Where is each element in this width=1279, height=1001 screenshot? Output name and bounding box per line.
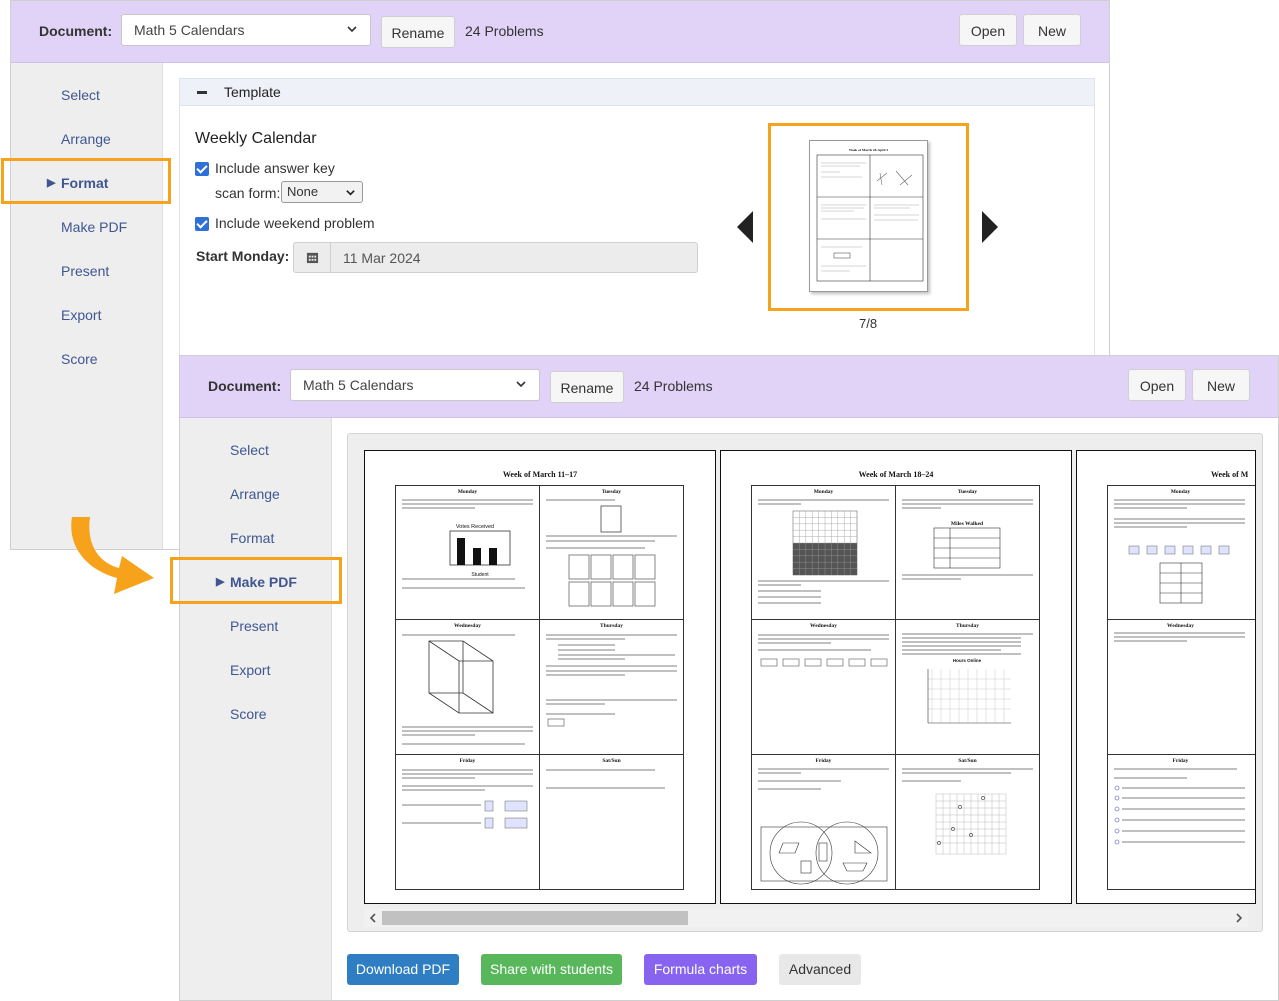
previous-template-icon[interactable]: [737, 211, 753, 243]
table-title: Miles Walked: [951, 521, 983, 527]
sidebar: Select Arrange Format ▶ Make PDF Present …: [180, 418, 332, 1000]
collapse-icon: [197, 91, 207, 94]
pdf-page: Week of M Monday Wednesday Friday: [1076, 450, 1256, 904]
weekend-label: Include weekend problem: [215, 215, 375, 231]
template-name: Weekly Calendar: [195, 130, 317, 147]
make-pdf-highlight: [170, 557, 342, 604]
new-button[interactable]: New: [1023, 14, 1081, 46]
document-header: Document: Math 5 Calendars Rename 24 Pro…: [11, 1, 1109, 63]
page-content-art: Miles Walked Hours Online: [758, 499, 1033, 885]
panel-title: Template: [224, 84, 281, 100]
rename-button[interactable]: Rename: [550, 371, 624, 403]
scan-form-label: scan form:: [215, 185, 281, 201]
chart-xlabel: Student: [471, 572, 489, 578]
calendar-icon[interactable]: [294, 243, 331, 272]
nav-present[interactable]: Present: [61, 263, 109, 279]
nav-format[interactable]: Format: [230, 530, 274, 546]
chevron-down-icon: [516, 381, 526, 388]
start-date-field[interactable]: 11 Mar 2024: [293, 242, 698, 273]
chevron-down-icon: [346, 190, 355, 196]
answer-key-label: Include answer key: [215, 160, 335, 176]
page-content-art: [1114, 499, 1245, 845]
document-select-value: Math 5 Calendars: [303, 377, 414, 393]
nav-select[interactable]: Select: [230, 442, 269, 458]
make-pdf-window: Document: Math 5 Calendars Rename 24 Pro…: [179, 355, 1279, 1001]
chevron-down-icon: [347, 26, 357, 33]
chart-title: Votes Received: [456, 524, 494, 530]
nav-export[interactable]: Export: [61, 307, 101, 323]
thumbnail-grid: [816, 154, 924, 282]
template-panel-header[interactable]: Template: [179, 78, 1095, 106]
open-button[interactable]: Open: [1128, 369, 1186, 401]
template-counter: 7/8: [859, 316, 878, 331]
nav-score[interactable]: Score: [230, 706, 267, 722]
formula-charts-button[interactable]: Formula charts: [644, 954, 757, 985]
answer-key-checkbox[interactable]: [195, 162, 209, 176]
download-pdf-button[interactable]: Download PDF: [347, 954, 459, 985]
page-content-art: Votes Received Student: [402, 499, 677, 829]
template-thumbnail: Week of March 28-April 3: [809, 140, 928, 292]
problem-count: 24 Problems: [634, 378, 713, 394]
next-template-icon[interactable]: [982, 211, 998, 243]
problem-count: 24 Problems: [465, 23, 544, 39]
scroll-right-icon[interactable]: [1234, 913, 1244, 923]
nav-score[interactable]: Score: [61, 351, 98, 367]
format-highlight: [1, 158, 171, 204]
scan-form-value: None: [287, 184, 319, 199]
document-label: Document:: [39, 23, 113, 39]
new-button[interactable]: New: [1192, 369, 1250, 401]
pdf-page: Week of March 11–17 Monday Tuesday Wedne…: [364, 450, 716, 904]
nav-select[interactable]: Select: [61, 87, 100, 103]
document-header: Document: Math 5 Calendars Rename 24 Pro…: [180, 356, 1278, 418]
document-select[interactable]: Math 5 Calendars: [121, 14, 371, 46]
weekend-checkbox[interactable]: [195, 217, 209, 231]
nav-present[interactable]: Present: [230, 618, 278, 634]
template-preview[interactable]: Week of March 28-April 3: [768, 123, 969, 311]
start-date-value: 11 Mar 2024: [343, 250, 421, 266]
document-label: Document:: [208, 378, 282, 394]
pdf-page: Week of March 18–24 Monday Tuesday Wedne…: [720, 450, 1072, 904]
graph-title: Hours Online: [953, 658, 982, 663]
horizontal-scrollbar[interactable]: [364, 909, 1248, 927]
nav-arrange[interactable]: Arrange: [61, 131, 111, 147]
curved-arrow-icon: [71, 517, 154, 594]
nav-make-pdf[interactable]: Make PDF: [61, 219, 127, 235]
sidebar: Select Arrange ▶ Format Make PDF Present …: [11, 63, 163, 549]
advanced-button[interactable]: Advanced: [779, 954, 861, 985]
scrollbar-thumb[interactable]: [382, 911, 688, 925]
share-with-students-button[interactable]: Share with students: [481, 954, 622, 985]
document-select-value: Math 5 Calendars: [134, 22, 245, 38]
pdf-preview-area[interactable]: Week of March 11–17 Monday Tuesday Wedne…: [347, 433, 1263, 932]
rename-button[interactable]: Rename: [381, 16, 455, 48]
template-panel: Weekly Calendar Include answer key scan …: [179, 106, 1095, 356]
document-select[interactable]: Math 5 Calendars: [290, 369, 540, 401]
scroll-left-icon[interactable]: [368, 913, 378, 923]
nav-arrange[interactable]: Arrange: [230, 486, 280, 502]
scan-form-select[interactable]: None: [281, 181, 363, 203]
start-monday-label: Start Monday:: [196, 248, 290, 264]
open-button[interactable]: Open: [959, 14, 1017, 46]
nav-export[interactable]: Export: [230, 662, 270, 678]
